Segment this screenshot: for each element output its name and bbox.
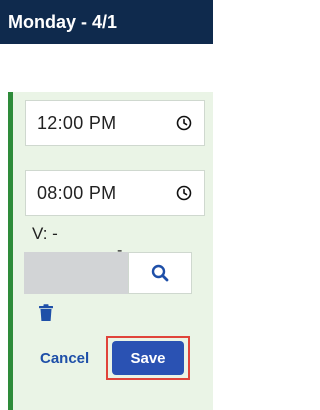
end-time-field[interactable]: 08:00 PM [25,170,205,216]
search-group [24,252,192,294]
clock-icon[interactable] [176,115,192,131]
clock-icon[interactable] [176,185,192,201]
search-button[interactable] [128,252,192,294]
page-title: Monday - 4/1 [0,0,213,44]
search-icon [151,264,169,282]
schedule-panel: 12:00 PM - 08:00 PM V: - Cancel Save [8,92,213,410]
cancel-button[interactable]: Cancel [40,350,89,367]
v-label: V: - [32,224,58,243]
start-time-field[interactable]: 12:00 PM [25,100,205,146]
save-button[interactable]: Save [112,341,184,375]
search-input[interactable] [24,252,128,294]
start-time-value: 12:00 PM [37,112,117,133]
end-time-value: 08:00 PM [37,182,117,203]
trash-icon[interactable] [38,304,54,322]
save-button-highlight: Save [106,336,190,380]
